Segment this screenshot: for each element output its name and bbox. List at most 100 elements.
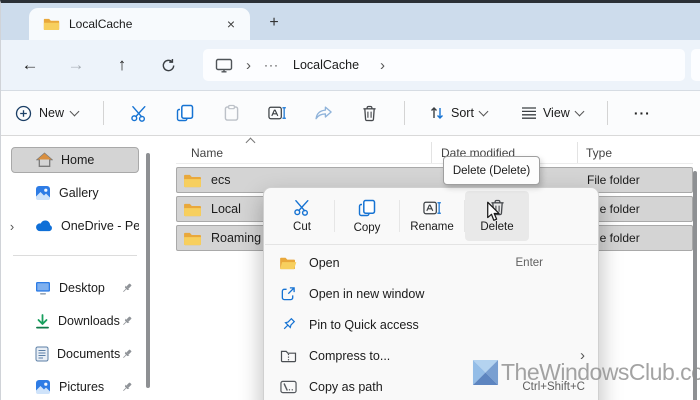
- sidebar-item-label: Documents: [57, 347, 121, 361]
- sidebar-item-home[interactable]: Home: [11, 147, 139, 173]
- folder-icon: [43, 17, 60, 31]
- copy-as-path-icon: [277, 380, 299, 394]
- see-more-icon[interactable]: ···: [634, 105, 651, 121]
- close-tab-icon[interactable]: ×: [222, 16, 240, 32]
- chevron-down-icon: [478, 106, 489, 116]
- delete-button[interactable]: [346, 95, 392, 131]
- toolbar-divider: [404, 101, 405, 125]
- file-name: ecs: [211, 173, 231, 187]
- pin-icon: [121, 348, 133, 360]
- gallery-icon: [35, 185, 51, 201]
- copy-icon: [176, 104, 194, 122]
- sidebar-item-gallery[interactable]: Gallery: [11, 180, 139, 206]
- pin-outline-icon: [277, 317, 299, 332]
- sidebar-item-label: Gallery: [59, 186, 99, 200]
- delete-tooltip: Delete (Delete): [443, 156, 540, 185]
- sidebar-item-documents[interactable]: Documents: [11, 341, 139, 367]
- context-rename-button[interactable]: Rename: [400, 191, 464, 241]
- paste-button[interactable]: [208, 95, 254, 131]
- new-button-label: New: [39, 106, 65, 120]
- watermark-text: TheWindowsClub.com: [501, 359, 700, 385]
- pin-icon: [121, 282, 133, 294]
- navigation-pane: Home Gallery › OneDrive - Pers Desktop: [1, 136, 153, 400]
- sort-button-label: Sort: [451, 106, 474, 120]
- breadcrumb-chevron-icon: ›: [246, 56, 251, 74]
- context-copy-button[interactable]: Copy: [335, 191, 399, 241]
- thewindowsclub-logo-icon: [472, 359, 499, 386]
- cut-button[interactable]: [116, 95, 162, 131]
- file-name: Roaming: [211, 231, 262, 245]
- compress-zip-icon: [277, 349, 299, 363]
- watermark: TheWindowsClub.com: [472, 359, 700, 386]
- copy-icon: [358, 199, 376, 216]
- view-button-label: View: [542, 106, 570, 120]
- pictures-icon: [35, 379, 51, 395]
- menu-item-open-in-new-window[interactable]: Open in new window: [264, 278, 598, 309]
- menu-item-open[interactable]: Open Enter: [264, 247, 598, 278]
- sidebar-item-pictures[interactable]: Pictures: [11, 374, 139, 400]
- forward-icon[interactable]: →: [61, 50, 91, 80]
- column-header-type[interactable]: Type: [578, 142, 693, 163]
- view-list-icon: [521, 107, 536, 119]
- column-header-name[interactable]: Name: [176, 142, 432, 163]
- open-folder-icon: [277, 256, 299, 270]
- rename-button[interactable]: [254, 95, 300, 131]
- view-button[interactable]: View: [509, 95, 595, 131]
- search-box[interactable]: [691, 49, 700, 81]
- explorer-tab[interactable]: LocalCache ×: [29, 8, 250, 40]
- expand-chevron-icon[interactable]: ›: [5, 219, 19, 234]
- sidebar-item-label: Pictures: [59, 380, 105, 394]
- file-type: File folder: [587, 173, 640, 187]
- breadcrumb-location[interactable]: LocalCache: [293, 58, 359, 72]
- chevron-down-icon: [69, 106, 80, 116]
- open-new-window-icon: [277, 286, 299, 302]
- context-menu-command-row: Cut Copy Rename Delete: [264, 188, 598, 244]
- downloads-icon: [35, 313, 50, 329]
- new-button[interactable]: New: [15, 105, 91, 122]
- folder-icon: [183, 173, 202, 188]
- paste-icon: [224, 104, 238, 121]
- copy-button[interactable]: [162, 95, 208, 131]
- trash-icon: [362, 105, 376, 121]
- this-pc-icon: [215, 58, 233, 73]
- toolbar-divider: [103, 101, 104, 125]
- up-icon[interactable]: ↑: [107, 50, 137, 80]
- file-explorer-window: LocalCache × + ← → ↑ › ··· LocalCache › …: [0, 0, 700, 400]
- menu-item-label: Pin to Quick access: [309, 317, 419, 332]
- back-icon[interactable]: ←: [15, 50, 45, 80]
- documents-icon: [35, 346, 49, 362]
- share-button[interactable]: [300, 95, 346, 131]
- breadcrumb-ellipsis-icon[interactable]: ···: [264, 58, 279, 72]
- menu-item-label: Copy as path: [309, 379, 383, 394]
- chevron-down-icon: [574, 106, 585, 116]
- refresh-icon[interactable]: [153, 50, 183, 80]
- scissors-icon: [130, 105, 145, 122]
- tab-title: LocalCache: [69, 17, 133, 31]
- command-label: Copy: [353, 221, 381, 234]
- sidebar-item-downloads[interactable]: Downloads: [11, 308, 139, 334]
- menu-item-label: Open: [309, 255, 340, 270]
- sort-button[interactable]: Sort: [417, 95, 499, 131]
- sidebar-item-label: OneDrive - Pers: [61, 219, 139, 233]
- menu-item-pin-to-quick-access[interactable]: Pin to Quick access: [264, 309, 598, 340]
- command-label: Rename: [410, 220, 454, 233]
- sidebar-item-onedrive[interactable]: › OneDrive - Pers: [10, 213, 139, 239]
- context-cut-button[interactable]: Cut: [270, 191, 334, 241]
- navigation-bar: ← → ↑ › ··· LocalCache ›: [1, 40, 700, 91]
- home-icon: [36, 152, 53, 168]
- rename-icon: [267, 106, 286, 120]
- menu-item-shortcut: Enter: [515, 256, 544, 269]
- file-name: Local: [211, 202, 241, 216]
- scissors-icon: [293, 199, 308, 216]
- desktop-icon: [35, 281, 51, 295]
- sidebar-scrollbar[interactable]: [146, 153, 150, 388]
- sidebar-item-desktop[interactable]: Desktop: [11, 275, 139, 301]
- address-bar[interactable]: › ··· LocalCache ›: [203, 49, 685, 81]
- command-toolbar: New Sort View ···: [1, 91, 700, 136]
- new-tab-button[interactable]: +: [261, 10, 287, 36]
- folder-icon: [183, 202, 202, 217]
- breadcrumb-chevron-icon[interactable]: ›: [380, 57, 385, 74]
- mouse-cursor-icon: [486, 201, 502, 223]
- plus-circle-icon: [15, 105, 32, 121]
- title-bar: LocalCache × +: [1, 3, 700, 40]
